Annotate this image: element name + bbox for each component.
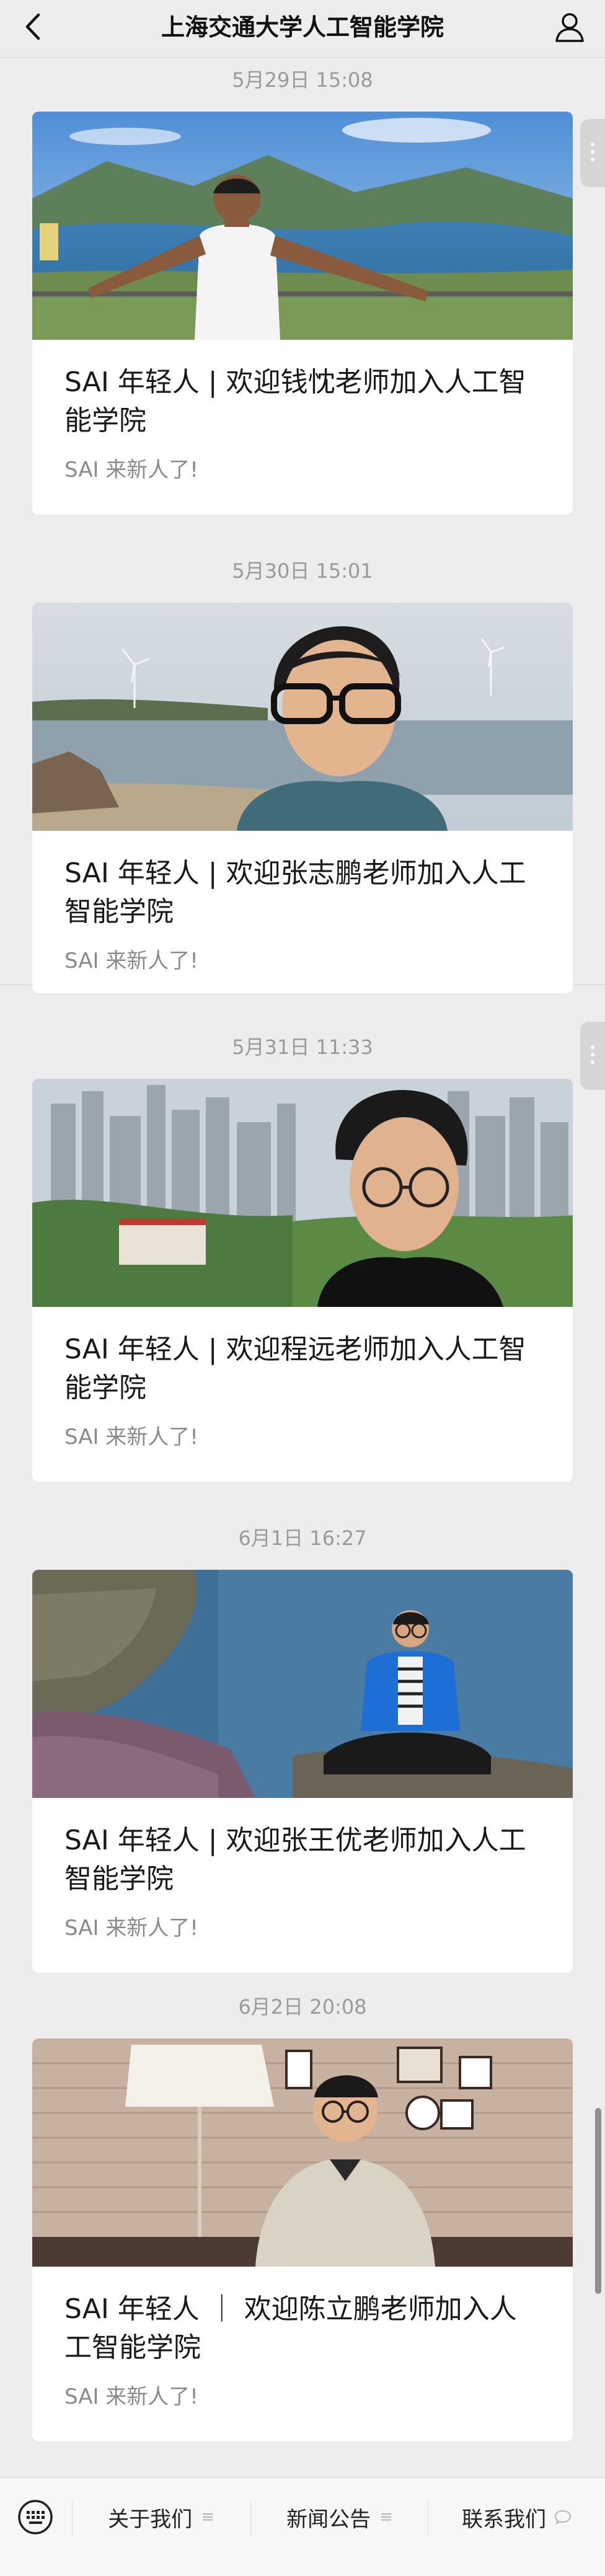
article-title[interactable]: SAI 年轻人 | 欢迎张志鹏老师加入人工智能学院	[64, 854, 541, 931]
article-card[interactable]: SAI 年轻人 ｜ 欢迎陈立鹏老师加入人工智能学院 SAI 来新人了!	[32, 2038, 573, 2441]
article-card[interactable]: SAI 年轻人 | 欢迎程远老师加入人工智能学院 SAI 来新人了!	[32, 1079, 573, 1482]
menu-label: 联系我们	[462, 2507, 546, 2532]
user-icon[interactable]	[553, 10, 586, 43]
divider	[250, 2500, 251, 2536]
side-drag-handle[interactable]	[580, 119, 605, 187]
article-thumbnail	[32, 1079, 573, 1307]
article-title[interactable]: SAI 年轻人 | 欢迎程远老师加入人工智能学院	[64, 1330, 541, 1407]
top-navigation-bar: 上海交通大学人工智能学院	[0, 0, 605, 58]
article-card[interactable]: SAI 年轻人 | 欢迎张志鹏老师加入人工智能学院 SAI 来新人了!	[32, 603, 573, 993]
message-timestamp: 5月31日 11:33	[232, 1035, 373, 1059]
article-summary: SAI 来新人了!	[64, 458, 198, 482]
article-card[interactable]: SAI 年轻人 | 欢迎张王优老师加入人工智能学院 SAI 来新人了!	[32, 1570, 573, 1973]
message-timestamp: 6月2日 20:08	[238, 1995, 367, 2019]
menu-contact-us[interactable]: 联系我们	[429, 2490, 605, 2544]
article-summary: SAI 来新人了!	[64, 2384, 198, 2409]
message-timestamp: 6月1日 16:27	[238, 1526, 367, 1550]
article-summary: SAI 来新人了!	[64, 1916, 198, 1941]
page-title: 上海交通大学人工智能学院	[161, 14, 444, 41]
menu-news[interactable]: 新闻公告 ≡	[252, 2490, 428, 2544]
article-summary: SAI 来新人了!	[64, 1425, 198, 1450]
divider	[72, 2500, 73, 2536]
article-title[interactable]: SAI 年轻人 | 欢迎钱忱老师加入人工智能学院	[64, 363, 541, 440]
article-title[interactable]: SAI 年轻人 | 欢迎张王优老师加入人工智能学院	[64, 1821, 541, 1898]
article-card[interactable]: SAI 年轻人 | 欢迎钱忱老师加入人工智能学院 SAI 来新人了!	[32, 112, 573, 515]
keyboard-icon[interactable]	[17, 2499, 53, 2535]
article-thumbnail	[32, 112, 573, 340]
article-thumbnail	[32, 1570, 573, 1798]
bottom-menu-bar: 关于我们 ≡ 新闻公告 ≡ 联系我们	[0, 2477, 605, 2576]
menu-label: 新闻公告	[286, 2507, 371, 2532]
menu-label: 关于我们	[108, 2507, 193, 2532]
article-thumbnail	[32, 2038, 573, 2267]
menu-lines-icon: ≡	[379, 2508, 393, 2526]
article-thumbnail	[32, 603, 573, 831]
message-timestamp: 5月30日 15:01	[232, 559, 373, 583]
article-title[interactable]: SAI 年轻人 ｜ 欢迎陈立鹏老师加入人工智能学院	[64, 2290, 541, 2367]
article-summary: SAI 来新人了!	[64, 949, 198, 973]
menu-lines-icon: ≡	[201, 2508, 214, 2526]
scrollbar[interactable]	[595, 2108, 601, 2294]
chat-bubble-icon	[554, 2510, 572, 2525]
message-timestamp: 5月29日 15:08	[232, 68, 373, 92]
menu-about-us[interactable]: 关于我们 ≡	[73, 2490, 249, 2544]
